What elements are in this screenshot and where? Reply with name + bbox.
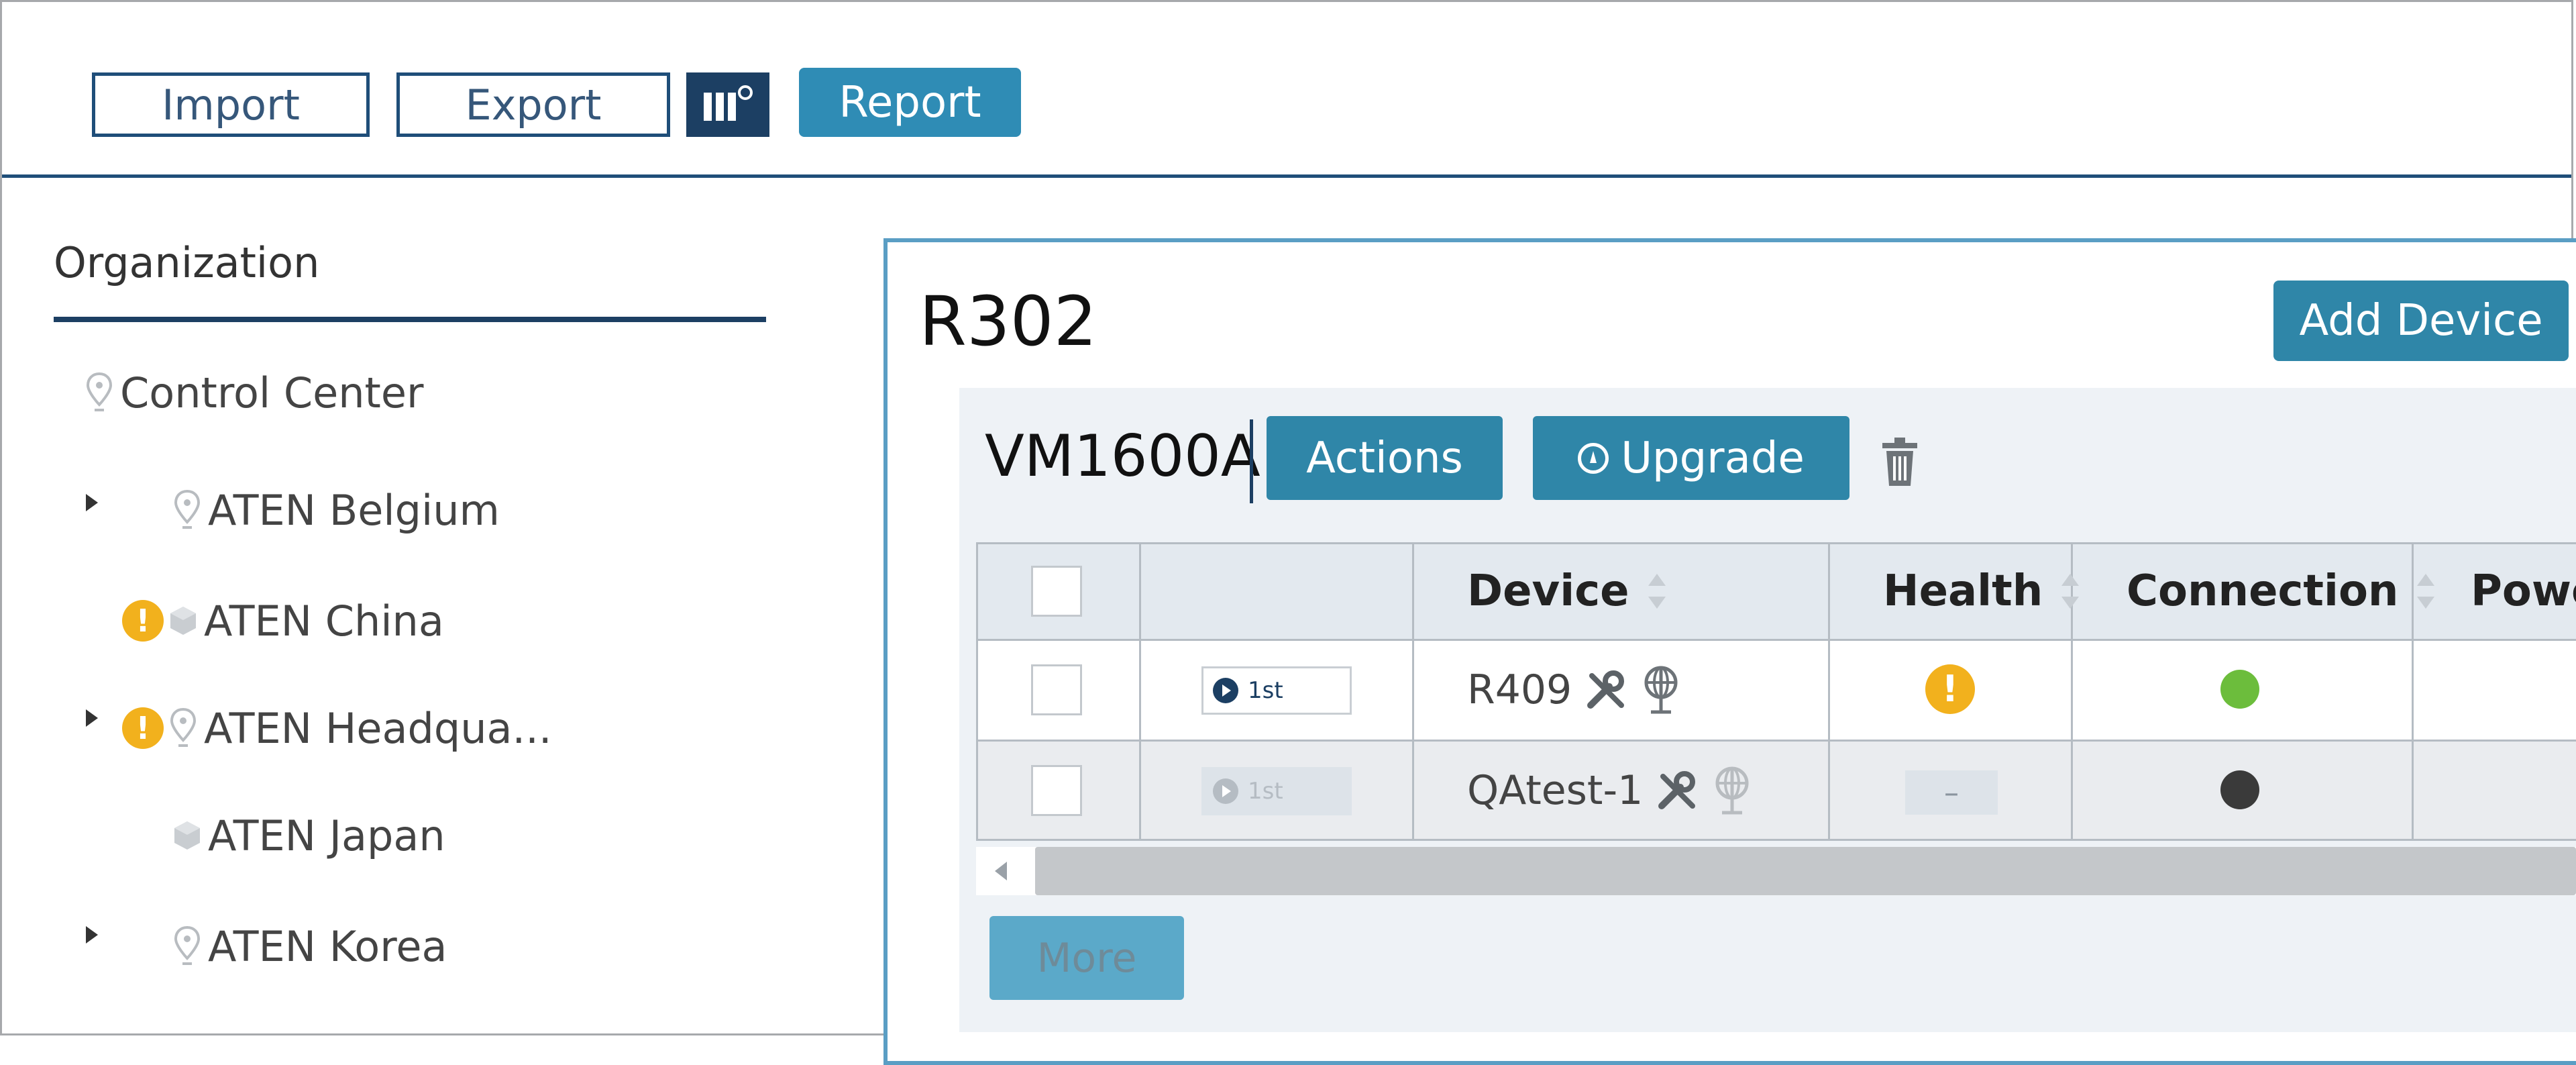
horizontal-scrollbar[interactable]: [976, 847, 2576, 895]
organization-title: Organization: [54, 238, 320, 287]
device-group-name: VM1600A: [985, 423, 1260, 490]
play-icon: [1213, 678, 1238, 703]
network-globe-icon: [1644, 666, 1678, 714]
scrollbar-thumb[interactable]: [1035, 847, 2576, 895]
expand-caret-icon[interactable]: [86, 926, 98, 944]
tree-item-control-center[interactable]: Control Center: [84, 366, 424, 419]
column-header-device[interactable]: Device: [1467, 542, 1666, 640]
import-button[interactable]: Import: [92, 72, 370, 137]
port-label: 1st: [1248, 677, 1283, 704]
row-checkbox[interactable]: [1031, 765, 1082, 816]
port-launch-button[interactable]: 1st: [1201, 767, 1352, 815]
port-label: 1st: [1248, 778, 1283, 805]
column-settings-icon: [704, 85, 753, 121]
sort-icon[interactable]: [1648, 571, 1666, 611]
network-globe-icon: [1715, 766, 1749, 815]
add-device-button[interactable]: Add Device: [2273, 281, 2569, 361]
more-button[interactable]: More: [989, 916, 1184, 1000]
column-header-label: Device: [1467, 566, 1629, 616]
table-rule: [976, 740, 2576, 742]
sort-icon[interactable]: [2061, 571, 2080, 611]
upgrade-icon: [1578, 442, 1609, 474]
expand-caret-icon[interactable]: [86, 494, 98, 511]
location-pin-icon: [174, 925, 201, 965]
tree-item-headquarters[interactable]: ! ATEN Headqua...: [122, 701, 552, 755]
tree-item-label: ATEN Korea: [208, 921, 447, 971]
actions-button[interactable]: Actions: [1267, 416, 1503, 500]
column-header-label: Connection: [2127, 566, 2399, 616]
upgrade-label: Upgrade: [1621, 433, 1805, 483]
cube-icon: [174, 821, 200, 850]
device-table: Device Health Connection Powe 1st R409 !: [976, 542, 2576, 841]
location-pin-icon: [174, 489, 201, 529]
location-pin-icon: [170, 707, 197, 747]
expand-caret-icon[interactable]: [86, 709, 98, 727]
column-header-label: Powe: [2471, 566, 2576, 616]
tree-item-china[interactable]: ! ATEN China: [122, 594, 444, 648]
table-rule: [1412, 542, 1414, 841]
column-header-connection[interactable]: Connection: [2127, 542, 2435, 640]
port-launch-button[interactable]: 1st: [1201, 666, 1352, 715]
scroll-left-arrow-icon[interactable]: [995, 862, 1007, 880]
tree-item-label: ATEN Japan: [208, 811, 445, 860]
column-header-health[interactable]: Health: [1883, 542, 2080, 640]
organization-underline: [54, 317, 766, 322]
location-pin-icon: [86, 372, 113, 411]
device-name-cell[interactable]: R409: [1467, 640, 1682, 740]
toolbar-divider: [2, 174, 2571, 178]
health-unknown: –: [1905, 770, 1998, 815]
device-name: QAtest-1: [1467, 767, 1644, 814]
health-warning-icon: !: [1925, 664, 1975, 714]
column-header-power[interactable]: Powe: [2471, 542, 2576, 640]
tree-item-belgium[interactable]: ATEN Belgium: [172, 483, 500, 537]
wrench-icon: [1658, 771, 1696, 809]
warning-icon: !: [122, 600, 164, 642]
column-header-label: Health: [1883, 566, 2043, 616]
row-checkbox[interactable]: [1031, 664, 1082, 715]
trash-icon[interactable]: [1878, 435, 1921, 489]
device-name-cell[interactable]: QAtest-1: [1467, 740, 1753, 841]
play-icon: [1213, 778, 1238, 804]
connection-status-dot: [2220, 770, 2259, 809]
device-group-separator: [1250, 419, 1253, 503]
tree-item-label: ATEN Headqua...: [204, 703, 552, 753]
report-button[interactable]: Report: [799, 68, 1021, 137]
table-rule: [976, 839, 2576, 841]
panel-title: R302: [919, 282, 1097, 362]
upgrade-button[interactable]: Upgrade: [1533, 416, 1849, 500]
device-name: R409: [1467, 666, 1572, 713]
table-rule: [1139, 542, 1141, 841]
column-settings-button[interactable]: [686, 72, 769, 137]
wrench-icon: [1587, 670, 1625, 709]
tree-item-label: Control Center: [120, 368, 424, 417]
export-button[interactable]: Export: [396, 72, 670, 137]
cube-icon: [170, 607, 196, 635]
select-all-checkbox[interactable]: [1031, 566, 1082, 617]
warning-icon: !: [122, 707, 164, 749]
tree-item-label: ATEN Belgium: [208, 485, 500, 535]
tree-item-label: ATEN China: [204, 596, 444, 646]
table-rule: [976, 542, 978, 841]
sort-icon[interactable]: [2417, 571, 2435, 611]
tree-item-korea[interactable]: ATEN Korea: [172, 919, 447, 973]
table-rule: [1828, 542, 1830, 841]
tree-item-japan[interactable]: ATEN Japan: [172, 809, 445, 862]
connection-status-dot: [2220, 670, 2259, 709]
